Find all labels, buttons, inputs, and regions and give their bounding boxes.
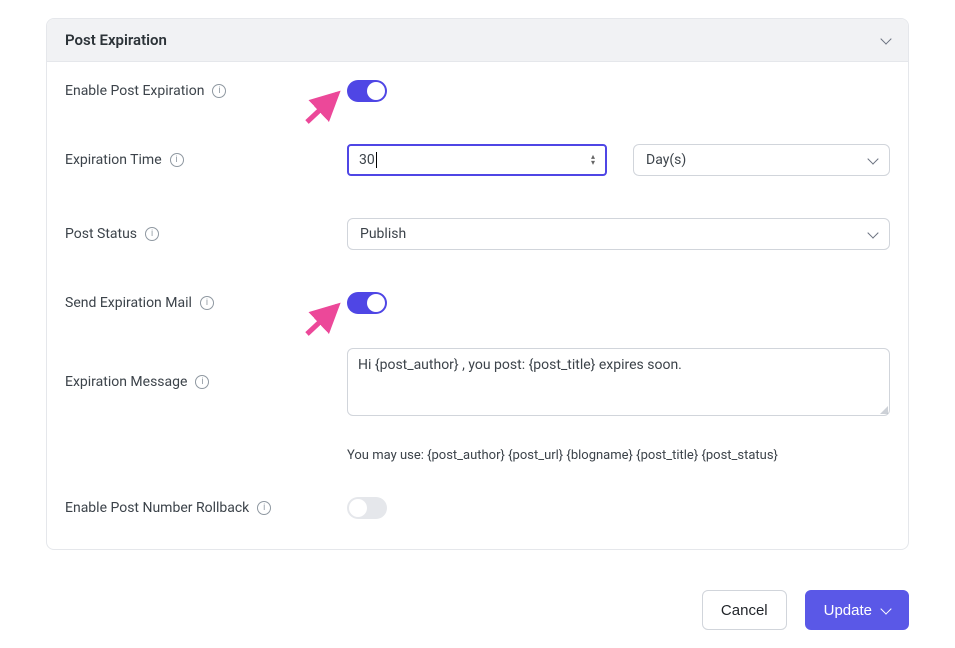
- label-expiration-time: Expiration Time i: [65, 152, 347, 168]
- field-post-status: Publish: [347, 218, 890, 250]
- row-expiration-message: Expiration Message i Hi {post_author} , …: [65, 348, 890, 463]
- expiration-time-unit-select[interactable]: Day(s): [633, 144, 890, 176]
- info-icon[interactable]: i: [257, 501, 271, 515]
- chevron-down-icon: [880, 603, 891, 614]
- row-post-status: Post Status i Publish: [65, 218, 890, 250]
- label-text: Enable Post Number Rollback: [65, 500, 249, 516]
- field-expiration-time: 30 ▴▾ Day(s): [347, 144, 890, 176]
- label-rollback: Enable Post Number Rollback i: [65, 500, 347, 516]
- button-label: Update: [824, 602, 872, 619]
- cancel-button[interactable]: Cancel: [702, 590, 787, 630]
- panel-header[interactable]: Post Expiration: [47, 19, 908, 62]
- chevron-down-icon: [880, 33, 891, 44]
- panel-title: Post Expiration: [65, 31, 167, 49]
- label-text: Expiration Message: [65, 374, 187, 390]
- field-send-mail: [347, 292, 890, 314]
- chevron-down-icon: [867, 227, 878, 238]
- toggle-enable-expiration[interactable]: [347, 80, 387, 102]
- expiration-message-textarea[interactable]: Hi {post_author} , you post: {post_title…: [347, 348, 890, 416]
- button-label: Cancel: [721, 602, 768, 619]
- row-send-mail: Send Expiration Mail i: [65, 292, 890, 314]
- update-button[interactable]: Update: [805, 590, 909, 630]
- row-enable-expiration: Enable Post Expiration i: [65, 80, 890, 102]
- panel-body: Enable Post Expiration i Expiration Time…: [47, 62, 908, 549]
- row-rollback: Enable Post Number Rollback i: [65, 497, 890, 519]
- info-icon[interactable]: i: [212, 84, 226, 98]
- number-stepper-icon[interactable]: ▴▾: [591, 154, 595, 166]
- field-expiration-message: Hi {post_author} , you post: {post_title…: [347, 348, 890, 463]
- field-rollback: [347, 497, 890, 519]
- label-expiration-message: Expiration Message i: [65, 348, 347, 390]
- info-icon[interactable]: i: [145, 227, 159, 241]
- toggle-rollback[interactable]: [347, 497, 387, 519]
- textarea-wrap: Hi {post_author} , you post: {post_title…: [347, 348, 890, 416]
- label-text: Send Expiration Mail: [65, 295, 192, 311]
- post-expiration-panel: Post Expiration Enable Post Expiration i…: [46, 18, 909, 550]
- toggle-send-mail[interactable]: [347, 292, 387, 314]
- label-send-mail: Send Expiration Mail i: [65, 295, 347, 311]
- chevron-down-icon: [867, 153, 878, 164]
- select-value: Day(s): [646, 152, 686, 168]
- select-value: Publish: [360, 226, 406, 242]
- label-text: Post Status: [65, 226, 137, 242]
- post-status-select[interactable]: Publish: [347, 218, 890, 250]
- input-value: 30: [359, 152, 375, 168]
- text-cursor: [376, 152, 377, 168]
- info-icon[interactable]: i: [195, 375, 209, 389]
- actions-bar: Cancel Update: [46, 590, 909, 630]
- expiration-time-input[interactable]: 30 ▴▾: [347, 144, 607, 176]
- label-enable-expiration: Enable Post Expiration i: [65, 83, 347, 99]
- label-post-status: Post Status i: [65, 226, 347, 242]
- info-icon[interactable]: i: [170, 153, 184, 167]
- info-icon[interactable]: i: [200, 296, 214, 310]
- label-text: Enable Post Expiration: [65, 83, 204, 99]
- expiration-message-hint: You may use: {post_author} {post_url} {b…: [347, 448, 890, 463]
- field-enable-expiration: [347, 80, 890, 102]
- label-text: Expiration Time: [65, 152, 162, 168]
- row-expiration-time: Expiration Time i 30 ▴▾ Day(s): [65, 144, 890, 176]
